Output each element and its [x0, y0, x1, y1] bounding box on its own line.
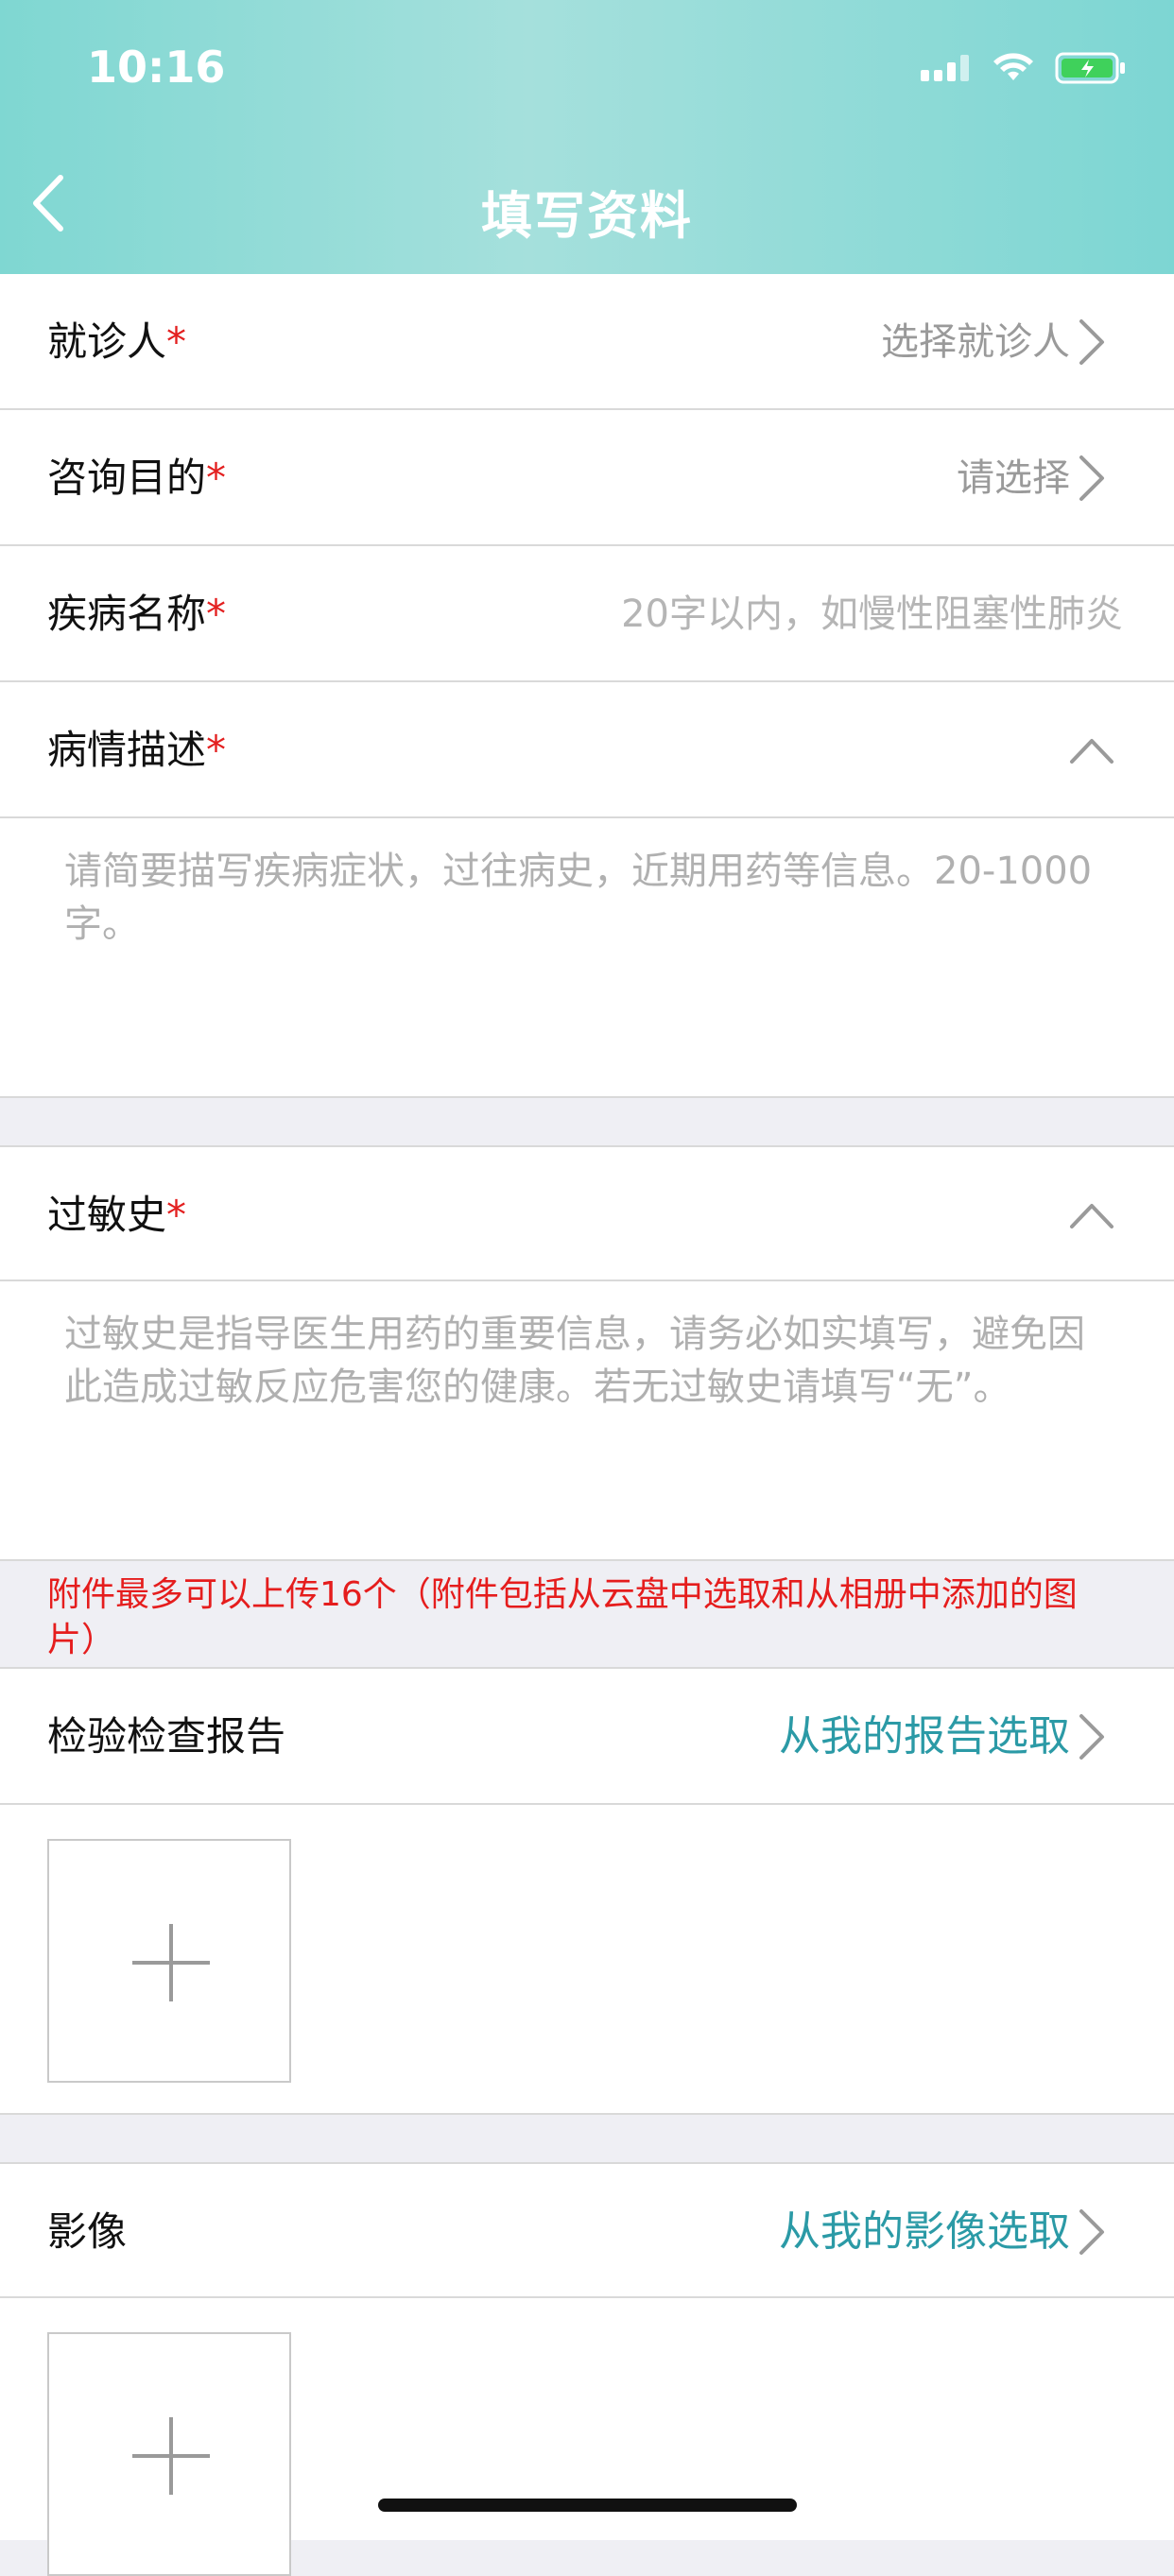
patient-label: 就诊人* [47, 318, 187, 365]
allergy-textarea[interactable]: 过敏史是指导医生用药的重要信息，请务必如实填写，避免因此造成过敏反应危害您的健康… [0, 1281, 1174, 1559]
reports-row[interactable]: 检验检查报告 从我的报告选取 [0, 1669, 1174, 1805]
description-textarea[interactable]: 请简要描写疾病症状，过往病史，近期用药等信息。20-1000字。 [0, 818, 1174, 1098]
status-icons [921, 49, 1127, 87]
purpose-select-value: 请选择 [957, 456, 1070, 500]
disease-name-input[interactable]: 20字以内，如慢性阻塞性肺炎 [621, 546, 1123, 682]
allergy-label: 过敏史* [47, 1192, 187, 1238]
imaging-label: 影像 [47, 2208, 128, 2255]
imaging-row[interactable]: 影像 从我的影像选取 [0, 2162, 1174, 2298]
plus-icon [132, 2417, 210, 2495]
page-title: 填写资料 [481, 186, 693, 246]
reports-upload-area [0, 1805, 1174, 2115]
chevron-right-icon [1079, 455, 1104, 501]
chevron-right-icon [1079, 1714, 1104, 1760]
chevron-right-icon [1079, 319, 1104, 365]
section-gap [0, 2115, 1174, 2162]
chevron-up-icon[interactable] [1068, 1196, 1115, 1234]
section-gap [0, 1098, 1174, 1145]
add-report-button[interactable] [47, 1839, 291, 2083]
attachment-notice: 附件最多可以上传16个（附件包括从云盘中选取和从相册中添加的图片） [0, 1559, 1174, 1669]
reports-label: 检验检查报告 [47, 1713, 286, 1760]
chevron-up-icon[interactable] [1068, 731, 1115, 769]
disease-row[interactable]: 疾病名称* 20字以内，如慢性阻塞性肺炎 [0, 546, 1174, 682]
add-imaging-button[interactable] [47, 2332, 291, 2576]
description-label: 病情描述* [47, 727, 227, 773]
select-from-imaging-link[interactable]: 从我的影像选取 [779, 2164, 1070, 2300]
description-header[interactable]: 病情描述* [0, 682, 1174, 818]
plus-icon [132, 1924, 210, 2001]
patient-select-value: 选择就诊人 [881, 320, 1070, 364]
header-bar: 10:16 填写资料 [0, 0, 1174, 274]
home-indicator[interactable] [378, 2499, 797, 2512]
wifi-icon [993, 53, 1033, 80]
disease-label: 疾病名称* [47, 591, 227, 637]
purpose-row[interactable]: 咨询目的* 请选择 [0, 410, 1174, 546]
battery-icon [1055, 52, 1125, 84]
patient-row[interactable]: 就诊人* 选择就诊人 [0, 274, 1174, 410]
status-time: 10:16 [87, 42, 226, 93]
chevron-right-icon [1079, 2209, 1104, 2255]
signal-icon [921, 55, 969, 81]
purpose-label: 咨询目的* [47, 455, 227, 501]
select-from-reports-link[interactable]: 从我的报告选取 [779, 1669, 1070, 1805]
allergy-header[interactable]: 过敏史* [0, 1145, 1174, 1281]
